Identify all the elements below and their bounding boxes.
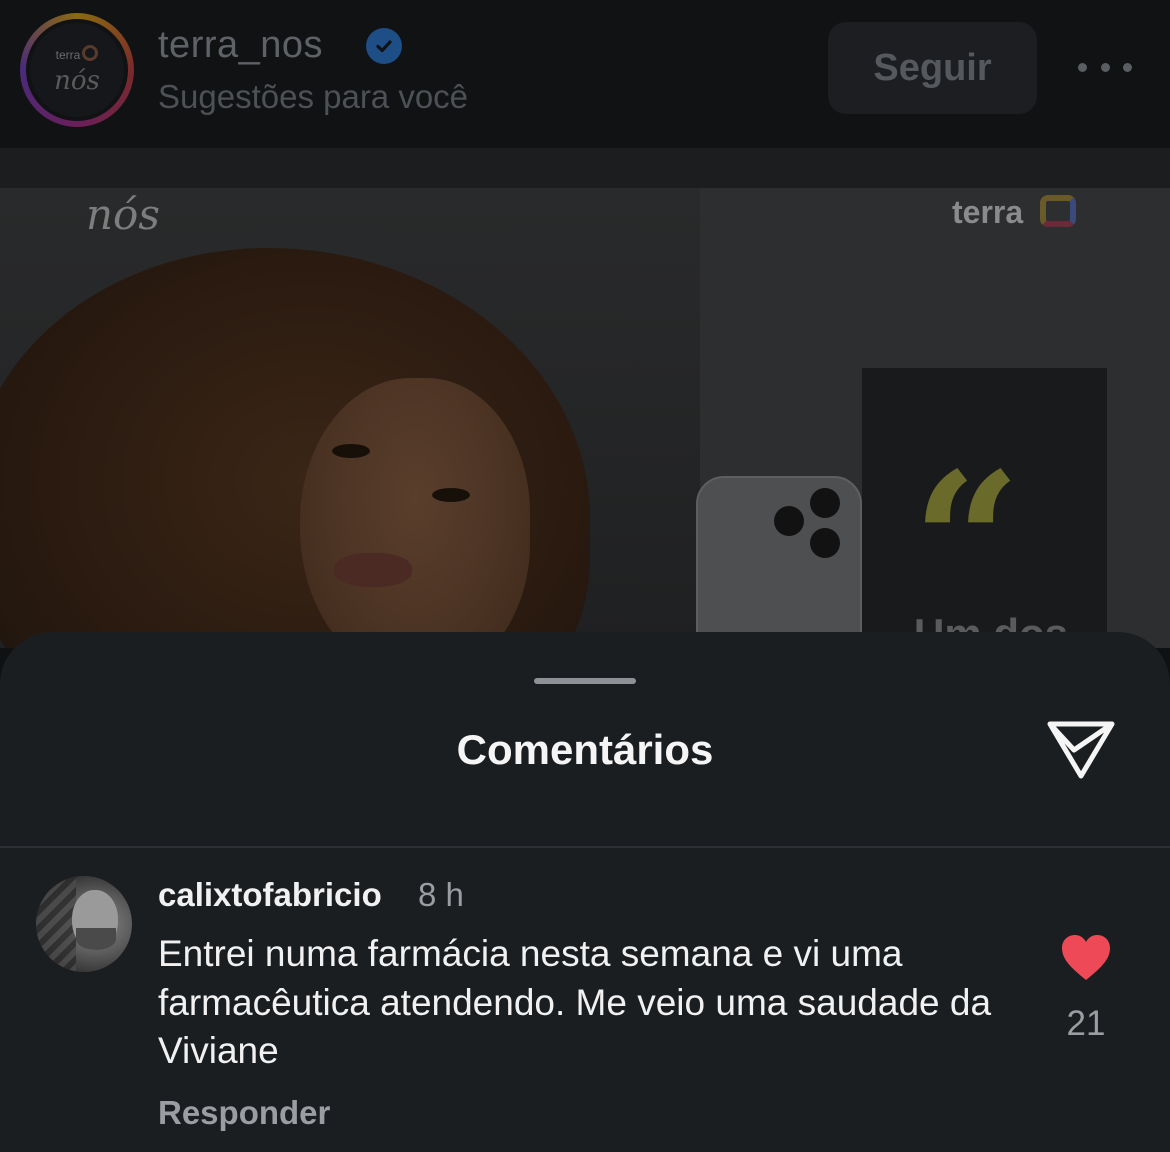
profile-avatar[interactable]: terra nós (20, 13, 134, 127)
avatar-brand-text: terra (56, 44, 99, 64)
comment-username[interactable]: calixtofabricio (158, 876, 382, 914)
person-eye-right (432, 488, 470, 502)
share-icon[interactable] (1044, 716, 1118, 782)
post-brand-nos: nós (86, 190, 160, 239)
heart-icon[interactable] (1060, 934, 1112, 982)
avatar-script-text: nós (54, 65, 100, 96)
comments-title: Comentários (456, 726, 714, 773)
post-brand-terra: terra (952, 194, 1024, 230)
follow-button[interactable]: Seguir (828, 22, 1037, 114)
reply-button[interactable]: Responder (158, 1094, 330, 1132)
terra-logo-icon (1040, 195, 1076, 227)
more-options-icon[interactable] (1078, 50, 1132, 84)
suggestion-subtitle: Sugestões para você (158, 78, 469, 115)
comment-text: Entrei numa farmácia nesta semana e vi u… (158, 933, 992, 1071)
verified-badge-icon (366, 28, 402, 64)
smartphone-image (696, 476, 862, 648)
person-eye-left (332, 444, 370, 458)
commenter-avatar[interactable] (36, 876, 132, 972)
person-face (300, 378, 530, 648)
post-background-shelf (0, 148, 1170, 188)
sheet-divider (0, 846, 1170, 848)
comment-timestamp: 8 h (418, 876, 464, 913)
person-lips (334, 553, 412, 587)
profile-username[interactable]: terra_nos (158, 24, 323, 67)
post-image[interactable]: nós terra “ Um dos (0, 148, 1170, 648)
sheet-grabber-handle[interactable] (534, 678, 636, 684)
like-count: 21 (1066, 1004, 1106, 1043)
post-header: terra nós terra_nos Sugestões para você … (0, 0, 1170, 148)
